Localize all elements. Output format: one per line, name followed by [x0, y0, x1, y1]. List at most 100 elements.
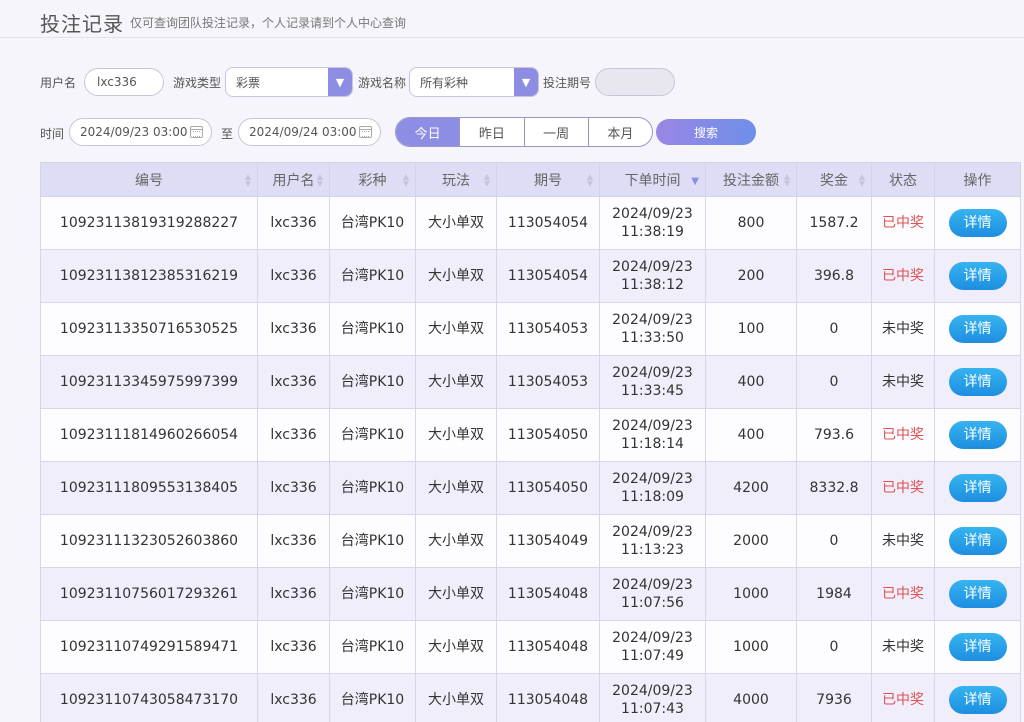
cell-period: 113054050 [496, 461, 600, 515]
game-type-select[interactable]: 彩票 ▼ [225, 67, 353, 97]
start-date-input[interactable]: 2024/09/23 03:00 [69, 118, 212, 146]
cell-prize: 0 [796, 620, 872, 674]
cell-action: 详情 [934, 673, 1021, 722]
game-name-select[interactable]: 所有彩种 ▼ [409, 67, 539, 97]
cell-prize: 0 [796, 302, 872, 356]
username-label: 用户名 [40, 76, 77, 90]
detail-button[interactable]: 详情 [948, 633, 1007, 661]
game-type-label: 游戏类型 [173, 76, 222, 90]
column-header-play[interactable]: 玩法 ▲ ▼ [415, 162, 497, 197]
cell-status: 已中奖 [871, 249, 935, 303]
search-button[interactable]: 搜索 [656, 119, 756, 145]
cell-status: 未中奖 [871, 302, 935, 356]
cell-username: lxc336 [257, 461, 330, 515]
detail-button[interactable]: 详情 [948, 686, 1007, 714]
order-time: 11:38:19 [621, 224, 684, 240]
cell-play: 大小单双 [415, 249, 497, 303]
cell-id: 10923111814960266054 [40, 408, 258, 462]
bet-records-table: 编号 ▲ ▼ 用户名 ▲ ▼ 彩种 ▲ ▼ 玩法 ▲ ▼ 期号 ▲ ▼ 下单时间 ▼ 投注金额 ▲ ▼ 奖… [40, 162, 1021, 722]
detail-button[interactable]: 详情 [948, 368, 1007, 396]
calendar-icon [190, 126, 203, 138]
detail-button[interactable]: 详情 [948, 527, 1007, 555]
time-label: 时间 [40, 127, 65, 141]
order-date: 2024/09/23 [612, 577, 693, 593]
cell-period: 113054049 [496, 514, 600, 568]
column-header-period[interactable]: 期号 ▲ ▼ [496, 162, 600, 197]
column-header-order-time[interactable]: 下单时间 ▼ [599, 162, 706, 197]
cell-amount: 200 [705, 249, 797, 303]
cell-amount: 4000 [705, 673, 797, 722]
range-today-button[interactable]: 今日 [396, 118, 460, 146]
quick-range-group: 今日 昨日 一周 本月 [395, 117, 653, 147]
to-label: 至 [221, 127, 234, 141]
chevron-down-icon: ▼ [514, 68, 538, 96]
cell-action: 详情 [934, 302, 1021, 356]
cell-id: 10923110749291589471 [40, 620, 258, 674]
column-header-prize[interactable]: 奖金 ▲ ▼ [796, 162, 872, 197]
order-date: 2024/09/23 [612, 206, 693, 222]
cell-action: 详情 [934, 249, 1021, 303]
username-input[interactable]: lxc336 [84, 68, 164, 96]
table-row: 10923113350716530525 lxc336 台湾PK10 大小单双 1130… [40, 302, 1021, 356]
game-name-label: 游戏名称 [358, 76, 407, 90]
cell-status: 未中奖 [871, 514, 935, 568]
cell-id: 10923111809553138405 [40, 461, 258, 515]
detail-button[interactable]: 详情 [948, 315, 1007, 343]
order-date: 2024/09/23 [612, 630, 693, 646]
order-date: 2024/09/23 [612, 259, 693, 275]
page-subtitle: 仅可查询团队投注记录，个人记录请到个人中心查询 [130, 16, 407, 30]
detail-button[interactable]: 详情 [948, 474, 1007, 502]
cell-username: lxc336 [257, 620, 330, 674]
cell-status: 已中奖 [871, 673, 935, 722]
table-row: 10923110743058473170 lxc336 台湾PK10 大小单双 1130… [40, 673, 1021, 722]
cell-prize: 0 [796, 355, 872, 409]
column-header-amount[interactable]: 投注金额 ▲ ▼ [705, 162, 797, 197]
cell-username: lxc336 [257, 673, 330, 722]
column-header-lottery[interactable]: 彩种 ▲ ▼ [329, 162, 416, 197]
cell-username: lxc336 [257, 567, 330, 621]
sort-icon: ▲ ▼ [783, 172, 790, 188]
cell-status: 未中奖 [871, 620, 935, 674]
range-month-button[interactable]: 本月 [587, 118, 652, 146]
detail-button[interactable]: 详情 [948, 421, 1007, 449]
end-date-input[interactable]: 2024/09/24 03:00 [238, 118, 381, 146]
column-header-id[interactable]: 编号 ▲ ▼ [40, 162, 258, 197]
detail-button[interactable]: 详情 [948, 580, 1007, 608]
chevron-down-icon: ▼ [328, 68, 352, 96]
cell-amount: 1000 [705, 567, 797, 621]
cell-amount: 400 [705, 408, 797, 462]
table-row: 10923111814960266054 lxc336 台湾PK10 大小单双 1130… [40, 408, 1021, 462]
order-time: 11:38:12 [621, 277, 684, 293]
order-time: 11:33:50 [621, 330, 684, 346]
column-header-username[interactable]: 用户名 ▲ ▼ [257, 162, 330, 197]
cell-lottery: 台湾PK10 [329, 673, 416, 722]
cell-action: 详情 [934, 567, 1021, 621]
column-header-action: 操作 [934, 162, 1021, 197]
range-week-button[interactable]: 一周 [523, 118, 588, 146]
page-title: 投注记录 [40, 12, 124, 36]
table-row: 10923113819319288227 lxc336 台湾PK10 大小单双 1130… [40, 196, 1021, 250]
detail-button[interactable]: 详情 [948, 209, 1007, 237]
cell-lottery: 台湾PK10 [329, 461, 416, 515]
cell-play: 大小单双 [415, 673, 497, 722]
cell-period: 113054054 [496, 196, 600, 250]
sort-icon: ▲ ▼ [316, 172, 323, 188]
cell-order-time: 2024/09/23 11:33:45 [599, 355, 706, 409]
end-date-value: 2024/09/24 03:00 [249, 125, 357, 139]
cell-id: 10923113350716530525 [40, 302, 258, 356]
cell-play: 大小单双 [415, 196, 497, 250]
cell-prize: 1587.2 [796, 196, 872, 250]
cell-id: 10923110743058473170 [40, 673, 258, 722]
period-input[interactable] [595, 68, 675, 96]
cell-amount: 400 [705, 355, 797, 409]
calendar-icon [359, 126, 372, 138]
cell-amount: 1000 [705, 620, 797, 674]
cell-username: lxc336 [257, 355, 330, 409]
game-type-value: 彩票 [236, 75, 261, 90]
game-name-value: 所有彩种 [420, 75, 469, 90]
order-date: 2024/09/23 [612, 418, 693, 434]
cell-username: lxc336 [257, 514, 330, 568]
range-yesterday-button[interactable]: 昨日 [459, 118, 523, 146]
detail-button[interactable]: 详情 [948, 262, 1007, 290]
cell-order-time: 2024/09/23 11:13:23 [599, 514, 706, 568]
